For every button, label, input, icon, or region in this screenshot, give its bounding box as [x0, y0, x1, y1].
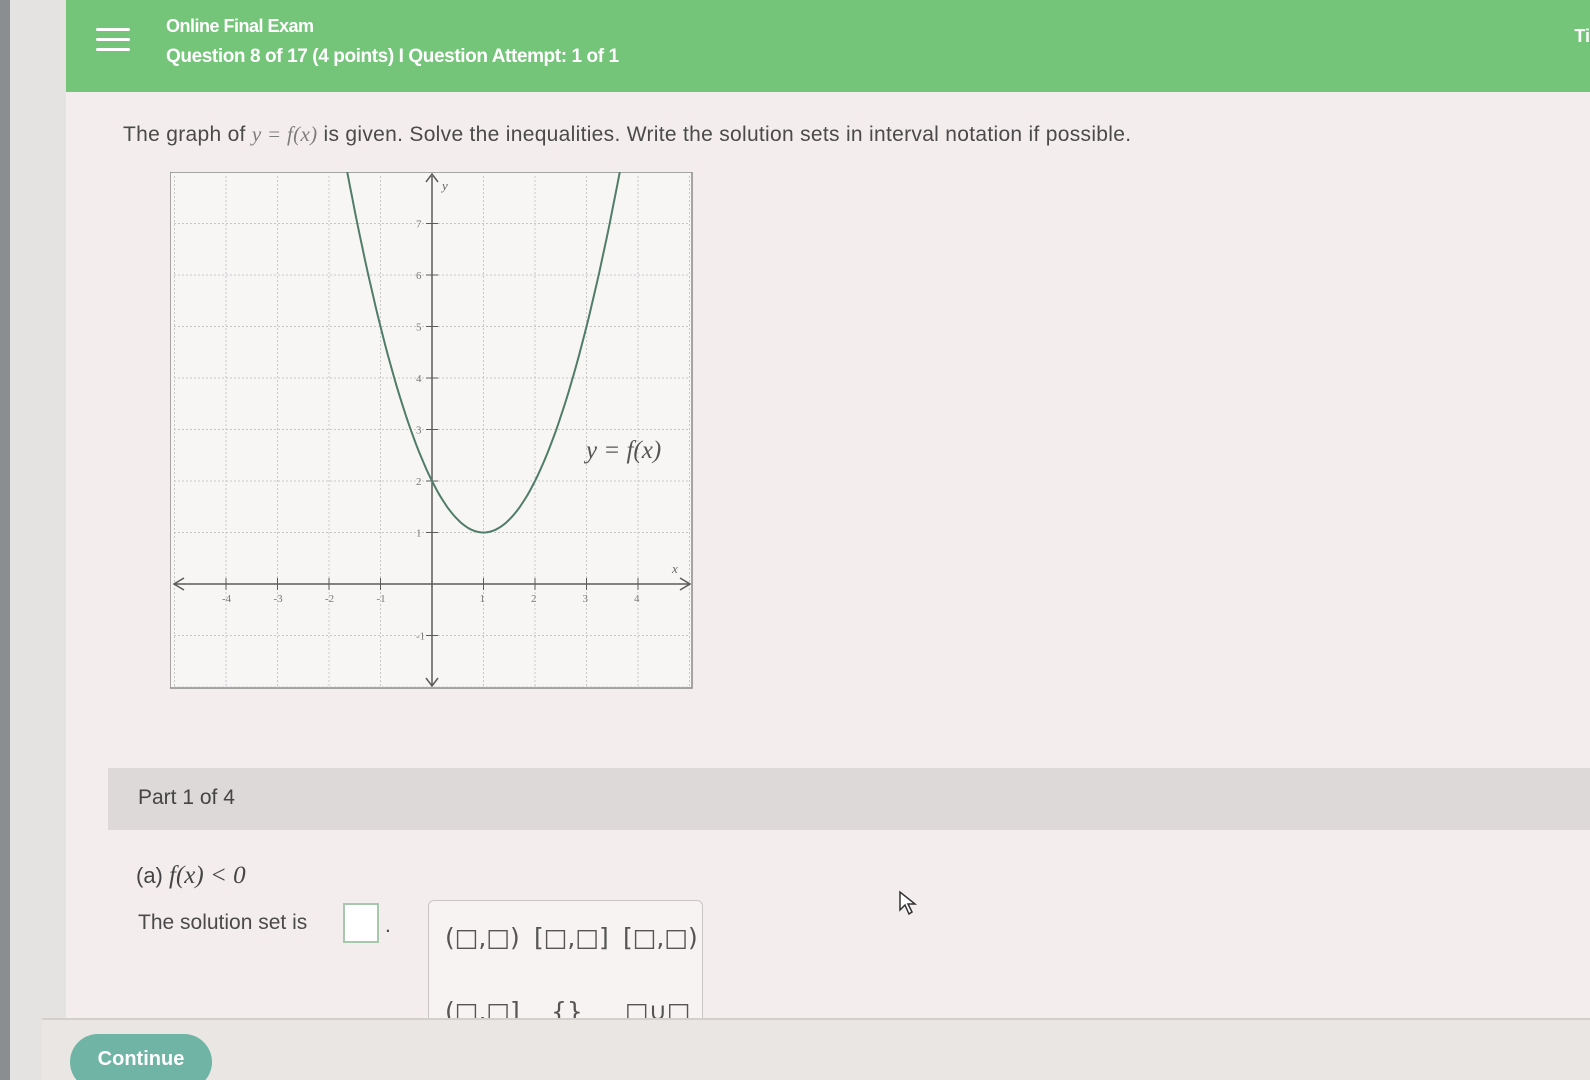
header-bar: Online Final Exam Question 8 of 17 (4 po…	[66, 0, 1590, 92]
hamburger-menu-icon[interactable]	[96, 28, 130, 56]
curve-label: y = f(x)	[583, 437, 661, 464]
footer-bar	[42, 1018, 1590, 1080]
y-axis-label: y	[440, 178, 448, 193]
x-tick-label: -2	[325, 593, 334, 605]
y-tick-label: -1	[416, 631, 425, 643]
x-tick-label: 1	[480, 593, 486, 605]
mouse-pointer-icon	[899, 890, 918, 916]
half-open-right-interval-button[interactable]: [□,□)	[623, 923, 698, 952]
part-header: Part 1 of 4	[108, 768, 1590, 830]
inequality-math: f(x) < 0	[169, 862, 246, 889]
x-tick-label: -3	[274, 593, 284, 605]
y-tick-label: 2	[416, 476, 422, 488]
left-sidebar	[10, 0, 66, 1080]
exam-title: Online Final Exam	[166, 16, 314, 36]
open-interval-button[interactable]: (□,□)	[445, 923, 520, 952]
x-tick-label: -4	[222, 593, 232, 605]
y-tick-label: 6	[416, 270, 422, 282]
header-right-label: Ti	[1574, 26, 1590, 46]
prompt-math: y = f(x)	[251, 122, 318, 146]
closed-interval-button[interactable]: [□,□]	[534, 923, 609, 952]
question-info: Question 8 of 17 (4 points) I Question A…	[166, 46, 619, 67]
x-tick-label: 2	[531, 593, 537, 605]
x-axis-label: x	[671, 561, 678, 576]
y-tick-label: 7	[416, 219, 422, 231]
x-tick-label: 4	[634, 593, 640, 605]
solution-input[interactable]	[343, 903, 379, 943]
y-tick-label: 4	[416, 373, 422, 385]
prompt-pre: The graph of	[123, 123, 246, 146]
y-tick-label: 5	[416, 322, 422, 334]
continue-button[interactable]: Continue	[70, 1034, 212, 1080]
part-a-prefix: (a)	[136, 863, 163, 888]
part-a-inequality: (a) f(x) < 0	[136, 862, 246, 890]
x-tick-label: -1	[377, 593, 386, 605]
y-tick-label: 1	[416, 528, 422, 540]
prompt-post: is given. Solve the inequalities. Write …	[323, 123, 1132, 146]
function-graph: -4 -3 -2 -1 1 2 3 4 -1 1 2 3 4 5 6 7 y = f(x) x y	[170, 172, 693, 689]
solution-label: The solution set is	[138, 911, 308, 934]
y-tick-label: 3	[416, 425, 422, 437]
solution-period: .	[385, 914, 391, 937]
part-label: Part 1 of 4	[138, 786, 235, 809]
screen: Online Final Exam Question 8 of 17 (4 po…	[10, 0, 1590, 1080]
x-tick-label: 3	[583, 593, 589, 605]
question-prompt: The graph of y = f(x) is given. Solve th…	[123, 122, 1131, 147]
